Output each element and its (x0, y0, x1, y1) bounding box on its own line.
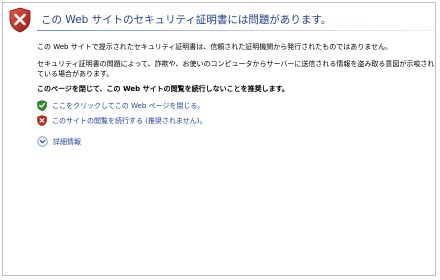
continue-site-option[interactable]: このサイトの閲覧を続行する (推奨されません)。 (37, 115, 206, 126)
more-info-toggle[interactable]: 詳細情報 (37, 136, 81, 147)
certificate-risk-message: セキュリティ証明書の問題によって、詐欺や、お使いのコンピュータからサーバーに送信… (37, 60, 435, 78)
close-page-option[interactable]: ここをクリックしてこの Web ページを閉じる。 (37, 100, 204, 111)
certificate-issuer-message: この Web サイトで提示されたセキュリティ証明書は、信頼された証明機関から発行… (37, 43, 393, 51)
green-check-shield-icon (37, 100, 47, 111)
continue-site-link[interactable]: このサイトの閲覧を続行する (推奨されません)。 (52, 116, 206, 126)
title-divider (37, 30, 435, 31)
shield-x-icon (9, 7, 31, 33)
close-page-link[interactable]: ここをクリックしてこの Web ページを閉じる。 (52, 101, 204, 111)
recommendation-text: このページを閉じて、この Web サイトの閲覧を続行しないことを推奨します。 (37, 85, 289, 93)
red-x-shield-icon (37, 115, 47, 126)
certificate-error-page: この Web サイトのセキュリティ証明書には問題があります。 この Web サイ… (2, 2, 436, 276)
more-info-link[interactable]: 詳細情報 (53, 137, 81, 147)
expand-circle-icon (37, 136, 48, 147)
page-title: この Web サイトのセキュリティ証明書には問題があります。 (41, 14, 332, 26)
